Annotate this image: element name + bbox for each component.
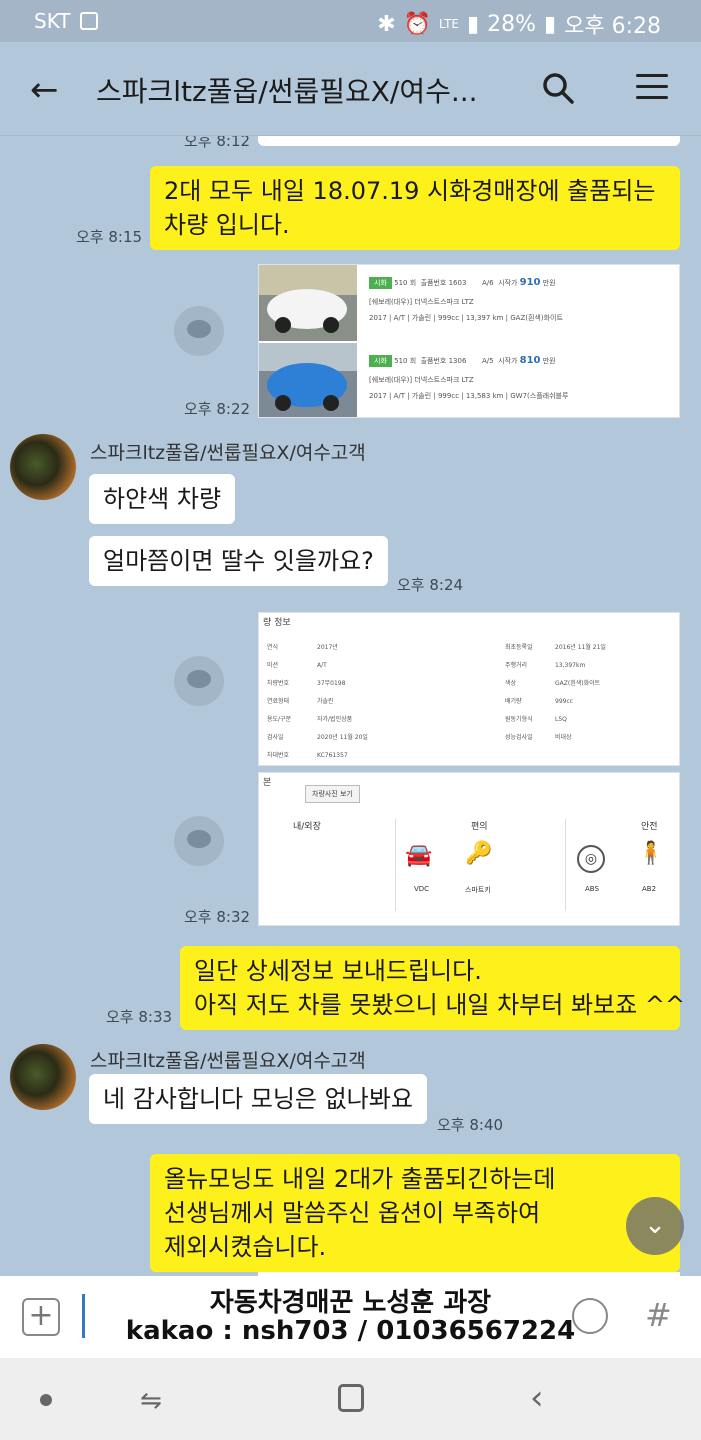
- options-section-interior: 내/외장: [293, 822, 321, 832]
- signal-icon: ▮: [466, 11, 480, 37]
- airbag-icon: 🧍: [637, 841, 665, 866]
- message-time: 오후 8:24: [397, 576, 464, 594]
- site-tag: 시화: [369, 355, 392, 367]
- chat-title: 스파크ltz풀옵/썬룹필요X/여수...: [96, 75, 478, 108]
- hash-icon[interactable]: #: [645, 1296, 672, 1334]
- options-head-partial: 본: [263, 778, 272, 788]
- avatar[interactable]: [10, 434, 76, 500]
- message-time: 오후 8:32: [184, 908, 251, 926]
- spec-right-values: 2016년 11월 21일 13,397km GAZ(흰색)화이트 999cc …: [555, 644, 606, 741]
- listing-round: 510 회: [394, 279, 417, 287]
- chat-header: ← 스파크ltz풀옵/썬룹필요X/여수...: [0, 42, 701, 136]
- car-photo-blue: [259, 343, 357, 417]
- spec-right-labels: 최초등록일 주행거리 색상 배기량 원동기형식 성능검사일: [505, 644, 533, 741]
- home-icon[interactable]: [338, 1384, 364, 1412]
- listing-grade: A/5: [482, 357, 494, 365]
- share-icon[interactable]: [174, 306, 224, 356]
- clock-label: 오후 6:28: [564, 14, 661, 39]
- options-section-convenience: 편의: [471, 822, 488, 832]
- network-label: LTE: [439, 17, 459, 31]
- hamburger-icon[interactable]: [636, 74, 668, 100]
- option-airbag: AB2: [642, 885, 657, 893]
- listing-price-unit: 만원: [542, 279, 556, 287]
- battery-label: 28%: [487, 11, 536, 37]
- listing-row: 시화 510 회 출품번호 1306 A/5 시작가 810 만원 [쉐보레(대…: [259, 343, 679, 417]
- previous-bubble-partial: [258, 136, 680, 146]
- car-options-image[interactable]: 본 차량사진 보기 내/외장 편의 안전 🚘 🔑 ◎ 🧍 VDC 스마트키 AB…: [258, 772, 680, 926]
- share-icon[interactable]: [174, 656, 224, 706]
- battery-icon: ▮: [544, 11, 557, 37]
- listing-round: 510 회: [394, 357, 417, 365]
- spec-left-values: 2017년 A/T 37무0198 가솔린 자가/법인상품 2020년 11월 …: [317, 644, 368, 759]
- listing-grade: A/6: [482, 279, 494, 287]
- share-icon[interactable]: [174, 816, 224, 866]
- auction-listing-image[interactable]: 시화 510 회 출품번호 1603 A/6 시작가 910 만원 [쉐보레(대…: [258, 264, 680, 418]
- scroll-down-icon[interactable]: ⌄: [626, 1197, 684, 1255]
- listing-detail: 2017 | A/T | 가솔린 | 999cc | 13,583 km | G…: [369, 392, 569, 400]
- gallery-icon: [80, 12, 99, 30]
- my-message-bubble[interactable]: 일단 상세정보 보내드립니다. 아직 저도 차를 못봤으니 내일 차부터 봐보죠…: [180, 946, 685, 1030]
- chat-area[interactable]: 오후 8:12 2대 모두 내일 18.07.19 시화경매장에 출품되는 차량…: [0, 136, 701, 1276]
- divider: [565, 819, 566, 911]
- back-icon[interactable]: ‹: [530, 1378, 544, 1418]
- recent-apps-icon[interactable]: ⇋: [140, 1386, 162, 1416]
- sender-name: 스파크ltz풀옵/썬룹필요X/여수고객: [90, 442, 366, 464]
- status-bar: SKT ✱ ⏰ LTE ▮ 28% ▮ 오후 6:28: [0, 0, 701, 42]
- my-message-bubble[interactable]: 2대 모두 내일 18.07.19 시화경매장에 출품되는 차량 입니다.: [150, 166, 680, 250]
- listing-car-name: [쉐보레(대우)] 더넥스트스파크 LTZ: [369, 376, 474, 384]
- abs-icon: ◎: [577, 845, 605, 873]
- option-smart-key: 스마트키: [465, 886, 491, 894]
- listing-price-unit: 만원: [542, 357, 556, 365]
- options-section-safety: 안전: [641, 822, 658, 832]
- listing-exhibit-no: 출품번호 1603: [420, 279, 467, 287]
- system-nav-bar: ⇋ ‹: [0, 1358, 701, 1440]
- sender-name: 스파크ltz풀옵/썬룹필요X/여수고객: [90, 1050, 366, 1072]
- car-photo-white: [259, 265, 357, 341]
- listing-detail: 2017 | A/T | 가솔린 | 999cc | 13,397 km | G…: [369, 314, 563, 322]
- vdc-icon: 🚘: [405, 843, 433, 868]
- listing-price: 910: [519, 277, 541, 288]
- my-message-bubble[interactable]: 올뉴모닝도 내일 2대가 출품되긴하는데 선생님께서 말씀주신 옵션이 부족하여…: [150, 1154, 680, 1272]
- their-message-bubble[interactable]: 얼마쯤이면 딸수 잇을까요?: [89, 536, 388, 586]
- spec-left-labels: 연식 미션 차량번호 연료형태 용도/구분 검사일 차대번호: [267, 644, 292, 759]
- bluetooth-icon: ✱: [377, 11, 396, 37]
- message-time: 오후 8:15: [76, 228, 143, 246]
- message-time: 오후 8:12: [184, 136, 251, 150]
- listing-row: 시화 510 회 출품번호 1603 A/6 시작가 910 만원 [쉐보레(대…: [259, 265, 679, 341]
- message-time: 오후 8:33: [106, 1008, 173, 1026]
- search-icon[interactable]: [540, 70, 576, 106]
- avatar[interactable]: [10, 1044, 76, 1110]
- their-message-bubble[interactable]: 하얀색 차량: [89, 474, 236, 524]
- message-time: 오후 8:40: [437, 1116, 504, 1134]
- alarm-icon: ⏰: [403, 11, 432, 37]
- divider: [395, 819, 396, 911]
- listing-car-name: [쉐보레(대우)] 더넥스트스파크 LTZ: [369, 298, 474, 306]
- carrier-label: SKT: [34, 9, 71, 33]
- listing-price: 810: [519, 355, 541, 366]
- emoji-icon[interactable]: [572, 1298, 608, 1334]
- message-time: 오후 8:22: [184, 400, 251, 418]
- listing-start-label: 시작가: [498, 357, 518, 365]
- dot-icon[interactable]: [40, 1394, 52, 1406]
- car-spec-image[interactable]: 량 정보 연식 미션 차량번호 연료형태 용도/구분 검사일 차대번호 2017…: [258, 612, 680, 766]
- smart-key-icon: 🔑: [465, 841, 493, 866]
- car-photo-button[interactable]: 차량사진 보기: [305, 785, 360, 803]
- listing-start-label: 시작가: [498, 279, 518, 287]
- listing-exhibit-no: 출품번호 1306: [420, 357, 467, 365]
- option-abs: ABS: [585, 885, 599, 893]
- spec-title: 량 정보: [263, 618, 291, 628]
- option-vdc: VDC: [414, 885, 430, 893]
- their-message-bubble[interactable]: 네 감사합니다 모닝은 없나봐요: [89, 1074, 427, 1124]
- site-tag: 시화: [369, 277, 392, 289]
- arrow-left-icon[interactable]: ←: [30, 70, 59, 110]
- message-input-bar: + 자동차경매꾼 노성훈 과장 kakao : nsh703 / 0103656…: [0, 1276, 701, 1358]
